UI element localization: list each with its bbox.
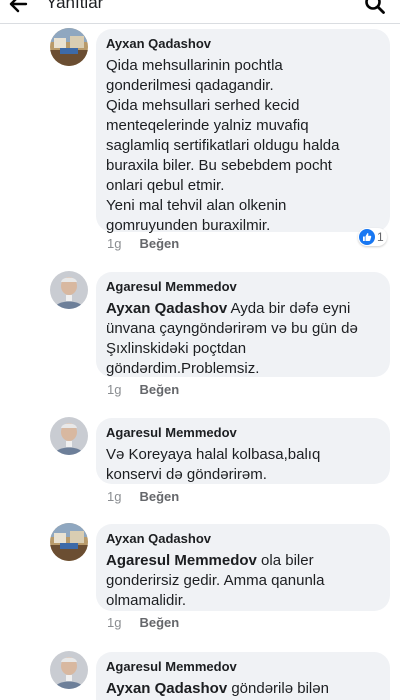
like-reaction-icon — [359, 229, 375, 245]
comment-bubble: Agaresul Memmedov Ayxan Qadashov Ayda bi… — [96, 272, 390, 377]
comment-text-line: göndərdim.Problemsiz. — [106, 360, 260, 377]
comment-author[interactable]: Ayxan Qadashov — [106, 530, 380, 547]
comment-text-line: konservi də göndərirəm. — [106, 466, 267, 483]
comment-actions: 1g Beğen — [107, 615, 179, 630]
comment-text-line: saglamliq sertifikatlari oldugu halda — [106, 137, 340, 154]
comment-text-line: Qida mehsullarinin pochtla — [106, 57, 283, 74]
comment-timestamp[interactable]: 1g — [107, 382, 121, 397]
avatar[interactable] — [50, 271, 88, 309]
comment-text-line: gonderilmesi qadagandir. — [106, 77, 274, 94]
like-button[interactable]: Beğen — [139, 489, 179, 504]
avatar[interactable] — [50, 417, 88, 455]
comment-timestamp[interactable]: 1g — [107, 236, 121, 251]
comment-author[interactable]: Agaresul Memmedov — [106, 424, 380, 441]
comment-text-line: Agaresul Memmedov ola biler — [106, 551, 380, 571]
comment-text-line: onlari qebul etmir. — [106, 177, 225, 194]
top-app-bar: Yanıtlar — [0, 0, 400, 24]
avatar[interactable] — [50, 523, 88, 561]
comment-text-line: Qida mehsullari serhed kecid — [106, 97, 300, 114]
comment-text-fragment: ola biler — [256, 552, 314, 569]
page-title: Yanıtlar — [46, 0, 104, 12]
comment-actions: 1g Beğen — [107, 382, 179, 397]
comment-author[interactable]: Agaresul Memmedov — [106, 658, 380, 675]
comment-timestamp[interactable]: 1g — [107, 489, 121, 504]
like-button[interactable]: Beğen — [139, 236, 179, 251]
comment-actions: 1g Beğen — [107, 236, 179, 251]
comment-bubble: Agaresul Memmedov Və Koreyaya halal kolb… — [96, 418, 390, 484]
comment-author[interactable]: Agaresul Memmedov — [106, 278, 380, 295]
comment-text-line: Və Koreyaya halal kolbasa,balıq — [106, 446, 321, 463]
avatar[interactable] — [50, 28, 88, 66]
comment-text-line: ünvana çayngöndərirəm və bu gün də — [106, 320, 358, 337]
comment-text-fragment: Ayda bir dəfə eyni — [227, 300, 351, 317]
comment-text-line: Ayxan Qadashov göndərilə bilən — [106, 679, 380, 699]
reaction-count: 1 — [377, 230, 384, 244]
comment-bubble: Ayxan Qadashov Agaresul Memmedov ola bil… — [96, 524, 390, 611]
reaction-summary[interactable]: 1 — [358, 228, 387, 246]
comment-text-line: Yeni mal tehvil alan olkenin — [106, 197, 287, 214]
comment-text-line: gomruyunden buraxilmir. — [106, 217, 271, 234]
comment-text-line: gonderirsiz gedir. Amma qanunla — [106, 572, 325, 589]
avatar[interactable] — [50, 651, 88, 689]
like-button[interactable]: Beğen — [139, 615, 179, 630]
comment-author[interactable]: Ayxan Qadashov — [106, 35, 380, 52]
comment-bubble: Ayxan Qadashov Qida mehsullarinin pochtl… — [96, 29, 390, 234]
comment-text-line: olmamalidir. — [106, 592, 187, 609]
comment-text-fragment: göndərilə bilən — [227, 680, 329, 697]
back-arrow-icon[interactable] — [8, 0, 28, 14]
search-icon[interactable] — [364, 0, 386, 15]
comment-text-line: buraxila biler. Bu sebebdem pocht — [106, 157, 332, 174]
comment-bubble: Agaresul Memmedov Ayxan Qadashov göndəri… — [96, 652, 390, 700]
comment-text-line: menteqelerinde yalniz muvafiq — [106, 117, 309, 134]
mention-link[interactable]: Agaresul Memmedov — [106, 552, 257, 569]
mention-link[interactable]: Ayxan Qadashov — [106, 300, 227, 317]
comment-text-line: Ayxan Qadashov Ayda bir dəfə eyni — [106, 299, 380, 319]
mention-link[interactable]: Ayxan Qadashov — [106, 680, 227, 697]
comment-text-line: Şıxlinskidəki poçtdan — [106, 340, 247, 357]
comment-actions: 1g Beğen — [107, 489, 179, 504]
like-button[interactable]: Beğen — [139, 382, 179, 397]
comment-timestamp[interactable]: 1g — [107, 615, 121, 630]
